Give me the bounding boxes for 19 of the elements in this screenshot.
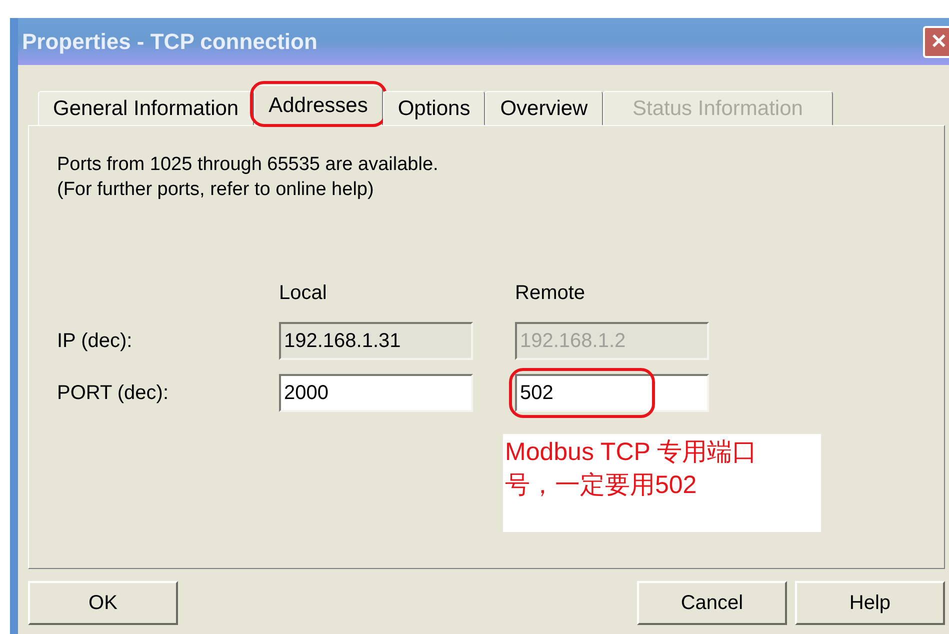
column-label: Remote <box>515 281 586 306</box>
input-field[interactable]: 502 <box>515 374 709 412</box>
window-title: Properties - TCP connection <box>22 28 318 56</box>
dialog-button[interactable]: Cancel <box>637 581 787 625</box>
field-label: IP (dec): <box>57 329 134 354</box>
tab[interactable]: Addresses <box>254 85 383 125</box>
info-text: Ports from 1025 through 65535 are available. <box>57 153 440 177</box>
column-label: Local <box>279 281 328 306</box>
dialog-button[interactable]: OK <box>28 581 178 625</box>
tab[interactable]: Options <box>382 91 486 125</box>
field-label: PORT (dec): <box>57 381 170 406</box>
input-field[interactable]: 2000 <box>279 374 473 412</box>
tab[interactable]: General Information <box>38 91 254 125</box>
tab[interactable]: Overview <box>485 91 603 125</box>
annotation-note: Modbus TCP 专用端口号，一定要用502 <box>505 437 758 501</box>
close-button[interactable]: ✕ <box>923 26 949 58</box>
dialog-button[interactable]: Help <box>795 581 945 625</box>
input-field[interactable]: 192.168.1.31 <box>279 322 473 360</box>
info-text: (For further ports, refer to online help) <box>57 178 375 202</box>
